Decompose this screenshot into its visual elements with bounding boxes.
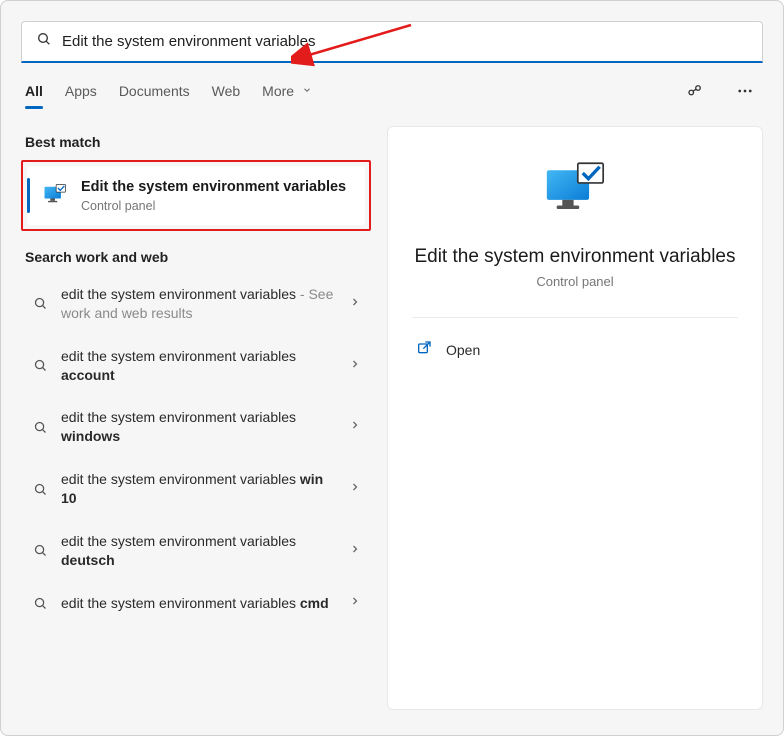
search-window: All Apps Documents Web More Best match bbox=[0, 0, 784, 736]
tab-all[interactable]: All bbox=[25, 79, 43, 103]
open-label: Open bbox=[446, 342, 480, 358]
suggestion-text: edit the system environment variables wi… bbox=[61, 470, 337, 508]
detail-subtitle: Control panel bbox=[536, 274, 613, 289]
search-icon bbox=[31, 420, 49, 435]
chevron-right-icon bbox=[349, 480, 361, 498]
detail-panel: Edit the system environment variables Co… bbox=[387, 126, 763, 710]
suggestion-item[interactable]: edit the system environment variables ac… bbox=[21, 335, 371, 397]
tab-apps[interactable]: Apps bbox=[65, 79, 97, 103]
open-action[interactable]: Open bbox=[412, 332, 738, 367]
suggestion-list: edit the system environment variables - … bbox=[21, 273, 371, 625]
suggestion-text: edit the system environment variables cm… bbox=[61, 594, 337, 613]
suggestion-text: edit the system environment variables - … bbox=[61, 285, 337, 323]
tab-more-label: More bbox=[262, 83, 294, 99]
suggestion-text: edit the system environment variables wi… bbox=[61, 408, 337, 446]
search-icon bbox=[31, 296, 49, 311]
chevron-right-icon bbox=[349, 418, 361, 436]
tab-web[interactable]: Web bbox=[212, 79, 241, 103]
results-column: Best match bbox=[21, 126, 371, 710]
suggestion-item[interactable]: edit the system environment variables wi… bbox=[21, 396, 371, 458]
suggestion-item[interactable]: edit the system environment variables wi… bbox=[21, 458, 371, 520]
detail-title: Edit the system environment variables bbox=[414, 246, 735, 268]
suggestion-item[interactable]: edit the system environment variables - … bbox=[21, 273, 371, 335]
tab-more[interactable]: More bbox=[262, 79, 294, 103]
annotation-highlight: Edit the system environment variables Co… bbox=[21, 160, 371, 231]
chevron-right-icon bbox=[349, 594, 361, 612]
best-match-subtitle: Control panel bbox=[81, 199, 346, 213]
monitor-check-icon bbox=[540, 159, 610, 226]
search-web-header: Search work and web bbox=[21, 241, 371, 273]
search-icon bbox=[31, 596, 49, 611]
chevron-right-icon bbox=[349, 295, 361, 313]
suggestion-item[interactable]: edit the system environment variables de… bbox=[21, 520, 371, 582]
suggestion-text: edit the system environment variables de… bbox=[61, 532, 337, 570]
filter-tabs: All Apps Documents Web More bbox=[21, 63, 763, 114]
best-match-header: Best match bbox=[21, 126, 371, 158]
share-icon[interactable] bbox=[681, 77, 709, 105]
suggestion-text: edit the system environment variables ac… bbox=[61, 347, 337, 385]
best-match-title: Edit the system environment variables bbox=[81, 178, 346, 197]
open-icon bbox=[416, 340, 432, 359]
search-bar[interactable] bbox=[21, 21, 763, 63]
search-icon bbox=[31, 358, 49, 373]
chevron-down-icon bbox=[302, 85, 312, 98]
content-area: Best match bbox=[21, 126, 763, 710]
monitor-check-icon bbox=[41, 181, 69, 209]
search-input[interactable] bbox=[62, 33, 748, 50]
search-icon bbox=[36, 31, 52, 52]
divider bbox=[412, 317, 738, 318]
suggestion-item[interactable]: edit the system environment variables cm… bbox=[21, 582, 371, 625]
chevron-right-icon bbox=[349, 357, 361, 375]
search-icon bbox=[31, 543, 49, 558]
search-icon bbox=[31, 482, 49, 497]
more-options-icon[interactable] bbox=[731, 77, 759, 105]
best-match-text: Edit the system environment variables Co… bbox=[81, 178, 346, 213]
tab-documents[interactable]: Documents bbox=[119, 79, 190, 103]
best-match-result[interactable]: Edit the system environment variables Co… bbox=[27, 166, 365, 225]
chevron-right-icon bbox=[349, 542, 361, 560]
